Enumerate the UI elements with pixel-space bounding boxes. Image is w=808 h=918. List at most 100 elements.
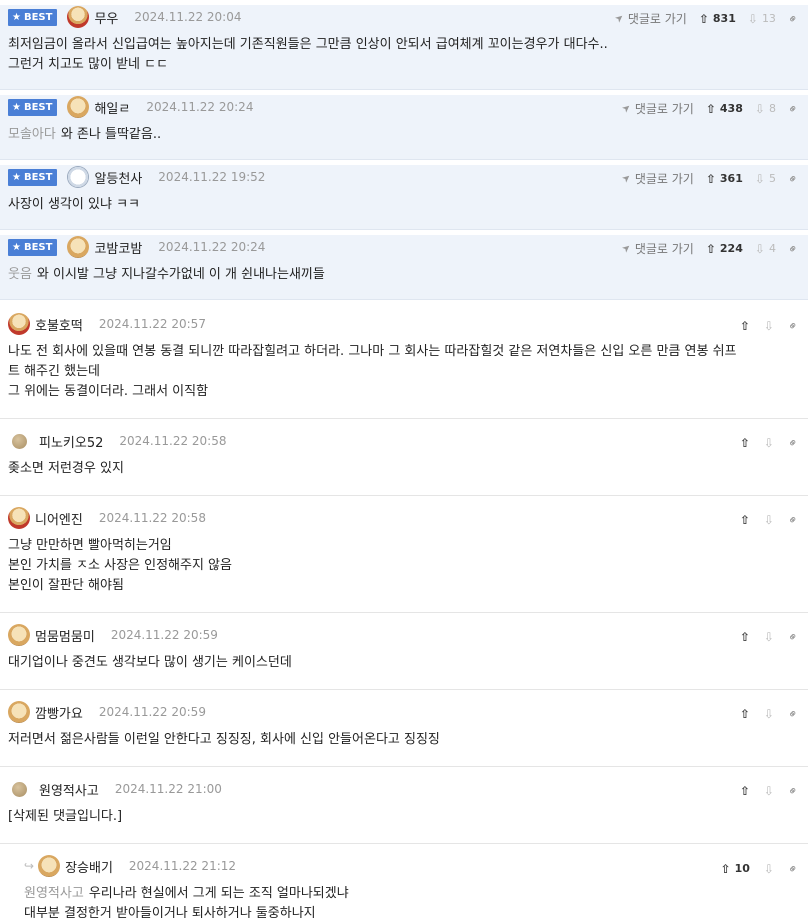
thumb-down-icon: ⇩ xyxy=(763,861,774,876)
comment-date: 2024.11.22 20:57 xyxy=(98,317,206,331)
avatar[interactable] xyxy=(67,6,90,28)
comment-line: 좆소면 저런경우 있지 xyxy=(8,461,124,476)
comment-actions: ⇧ ⇩ ⚭ xyxy=(740,782,802,799)
downvote-button[interactable]: ⇩ 8 xyxy=(755,102,776,115)
upvote-button[interactable]: ⇧ xyxy=(740,320,750,332)
mention[interactable]: 원영적사고 xyxy=(24,886,84,901)
comment-line: 대기업이나 중견도 생각보다 많이 생기는 케이스던데 xyxy=(8,655,292,670)
link-icon[interactable]: ⚭ xyxy=(784,434,801,451)
upvote-button[interactable]: ⇧ 361 xyxy=(706,172,743,185)
downvote-button[interactable]: ⇩ xyxy=(764,437,774,449)
star-icon: ★ xyxy=(12,101,21,113)
downvote-button[interactable]: ⇩ xyxy=(764,320,774,332)
comment-line: 그런거 치고도 많이 받네 ㄷㄷ xyxy=(8,55,800,75)
thumb-down-icon: ⇩ xyxy=(763,436,774,450)
link-icon[interactable]: ⚭ xyxy=(784,240,801,257)
downvote-button[interactable]: ⇩ 4 xyxy=(755,242,776,255)
avatar[interactable] xyxy=(12,781,27,797)
comment-date: 2024.11.22 20:59 xyxy=(98,705,206,719)
thumb-down-icon: ⇩ xyxy=(763,707,774,721)
avatar[interactable] xyxy=(8,624,30,646)
best-badge: ★ BEST xyxy=(8,168,58,186)
nickname[interactable]: 멈뭄멈뭄미 xyxy=(35,626,95,645)
link-icon[interactable]: ⚭ xyxy=(784,628,801,645)
downvote-button[interactable]: ⇩ xyxy=(764,631,774,643)
avatar[interactable] xyxy=(8,507,30,529)
avatar[interactable] xyxy=(8,313,30,335)
comment-header: 호불호떡 2024.11.22 20:57 ⇧ ⇩ ⚭ xyxy=(8,312,801,336)
downvote-button[interactable]: ⇩ xyxy=(764,708,774,720)
upvote-button[interactable]: ⇧ 10 xyxy=(721,862,750,875)
send-icon: ➤ xyxy=(620,241,635,256)
downvote-count: 5 xyxy=(768,172,776,185)
star-icon: ★ xyxy=(12,171,21,183)
nickname[interactable]: 니어엔진 xyxy=(35,509,83,528)
nickname[interactable]: 호불호떡 xyxy=(35,315,83,334)
avatar[interactable] xyxy=(67,236,90,258)
best-badge: ★ BEST xyxy=(8,8,58,26)
thumb-up-icon: ⇧ xyxy=(705,101,716,116)
nickname[interactable]: 코밤코밤 xyxy=(94,238,142,257)
thumb-up-icon: ⇧ xyxy=(739,513,750,527)
downvote-button[interactable]: ⇩ xyxy=(764,514,774,526)
comment-body: 좆소면 저런경우 있지 xyxy=(8,453,800,495)
nickname[interactable]: 해일ㄹ xyxy=(94,98,130,117)
downvote-button[interactable]: ⇩ xyxy=(764,785,774,797)
link-icon[interactable]: ⚭ xyxy=(784,705,801,722)
upvote-button[interactable]: ⇧ 438 xyxy=(706,102,743,115)
comment-line: [삭제된 댓글입니다.] xyxy=(8,809,123,824)
upvote-button[interactable]: ⇧ xyxy=(740,437,750,449)
comment-body: 사장이 생각이 있냐 ㅋㅋ xyxy=(8,189,800,229)
link-icon[interactable]: ⚭ xyxy=(784,860,801,877)
go-to-reply-link[interactable]: ➤ 댓글로 가기 xyxy=(621,170,694,187)
mention[interactable]: 모솔아다 xyxy=(8,127,56,142)
go-to-reply-link[interactable]: ➤ 댓글로 가기 xyxy=(621,100,694,117)
nickname[interactable]: 장승배기 xyxy=(65,857,113,876)
link-icon[interactable]: ⚭ xyxy=(784,317,801,334)
upvote-button[interactable]: ⇧ 224 xyxy=(706,242,743,255)
upvote-button[interactable]: ⇧ xyxy=(740,514,750,526)
downvote-button[interactable]: ⇩ 5 xyxy=(755,172,776,185)
avatar[interactable] xyxy=(67,166,90,188)
avatar[interactable] xyxy=(38,855,61,877)
upvote-button[interactable]: ⇧ xyxy=(740,785,750,797)
nickname[interactable]: 알등천사 xyxy=(94,168,142,187)
comment-header: ★ BEST 해일ㄹ 2024.11.22 20:24 ➤ 댓글로 가기 ⇧ 438 ⇩ 8 ⚭ xyxy=(8,95,801,119)
thumb-down-icon: ⇩ xyxy=(747,11,758,26)
comment-date: 2024.11.22 21:00 xyxy=(114,782,222,796)
upvote-button[interactable]: ⇧ xyxy=(740,708,750,720)
avatar[interactable] xyxy=(8,701,30,723)
comment-line: 저러면서 젊은사람들 이런일 안한다고 징징징, 회사에 신입 안들어온다고 징… xyxy=(8,732,440,747)
downvote-button[interactable]: ⇩ xyxy=(764,863,774,875)
comment-date: 2024.11.22 20:58 xyxy=(119,434,227,448)
thumb-up-icon: ⇧ xyxy=(739,707,750,721)
upvote-button[interactable]: ⇧ xyxy=(740,631,750,643)
go-to-reply-link[interactable]: ➤ 댓글로 가기 xyxy=(620,240,694,257)
comment-line: 그냥 만만하면 빨아먹히는거임 xyxy=(8,538,172,553)
nickname[interactable]: 깜빵가요 xyxy=(35,703,83,722)
mention[interactable]: 웃음 xyxy=(8,267,32,282)
best-label: BEST xyxy=(23,101,53,113)
comment-date: 2024.11.22 20:58 xyxy=(98,511,206,525)
nickname[interactable]: 무우 xyxy=(94,8,118,27)
comment: 원영적사고 2024.11.22 21:00 ⇧ ⇩ ⚭ [삭제된 댓글입니다.] xyxy=(0,777,808,844)
downvote-count: 8 xyxy=(768,102,776,115)
nickname[interactable]: 피노키오52 xyxy=(39,432,103,451)
comment-body: 모솔아다 와 존나 틀딱같음.. xyxy=(8,119,800,159)
downvote-button[interactable]: ⇩ 13 xyxy=(748,12,776,25)
comment-date: 2024.11.22 19:52 xyxy=(158,170,266,184)
link-icon[interactable]: ⚭ xyxy=(784,170,801,187)
avatar[interactable] xyxy=(12,433,27,449)
go-to-reply-link[interactable]: ➤ 댓글로 가기 xyxy=(614,10,687,27)
link-icon[interactable]: ⚭ xyxy=(784,511,801,528)
upvote-button[interactable]: ⇧ 831 xyxy=(699,12,736,25)
comment-header: ↪ 장승배기 2024.11.22 21:12 ⇧ 10 ⇩ ⚭ xyxy=(24,854,801,878)
nickname[interactable]: 원영적사고 xyxy=(39,780,99,799)
link-icon[interactable]: ⚭ xyxy=(784,10,801,27)
comment-header: ★ BEST 알등천사 2024.11.22 19:52 ➤ 댓글로 가기 ⇧ 361 ⇩ 5 ⚭ xyxy=(8,165,801,189)
link-icon[interactable]: ⚭ xyxy=(784,782,801,799)
comment-text: 최저임금이 올라서 신입급여는 높아지는데 기존직원들은 그만큼 인상이 안되서… xyxy=(8,37,608,52)
avatar[interactable] xyxy=(67,96,90,118)
comment-date: 2024.11.22 21:12 xyxy=(128,859,237,873)
link-icon[interactable]: ⚭ xyxy=(784,100,801,117)
